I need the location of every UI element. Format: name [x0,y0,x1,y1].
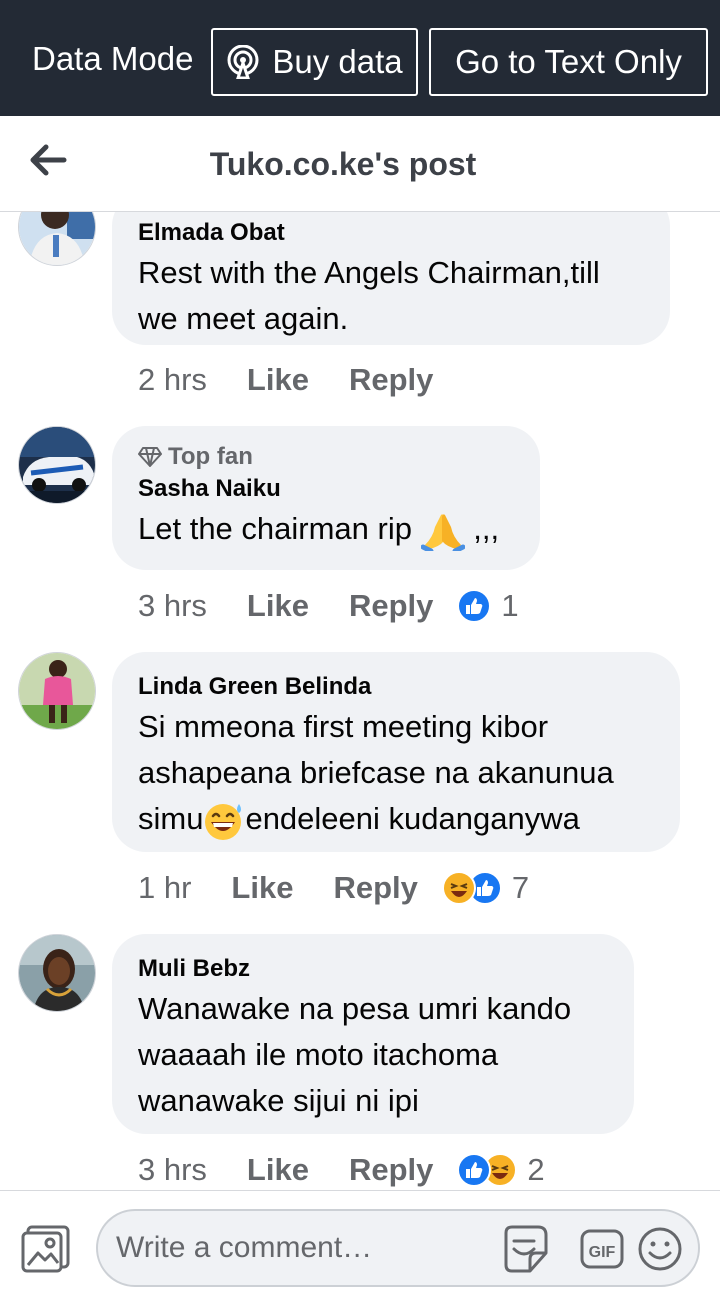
reactions-summary[interactable]: 2 [457,1152,545,1188]
diamond-icon [138,447,162,467]
comment-line: ashapeana briefcase na akanunua [138,755,614,790]
folded-hands-icon [420,514,465,551]
page-title: Tuko.co.ke's post [209,146,477,182]
comments-list[interactable]: Elmada Obat Rest with the Angels Chairma… [0,212,720,1190]
reply-button[interactable]: Reply [333,870,417,906]
comment-bubble[interactable]: Linda Green Belinda Si mmeona first meet… [112,652,680,852]
comment-line: we meet again. [138,301,349,336]
comment-actions: 3 hrs Like Reply 1 [138,586,519,626]
comment-input[interactable] [116,1231,476,1265]
text-only-label: Go to Text Only [455,43,682,80]
top-fan-label: Top fan [168,443,253,470]
like-button[interactable]: Like [247,362,309,398]
emoji-icon[interactable] [636,1225,684,1273]
broadcast-icon [227,45,259,79]
like-reaction-icon [457,589,492,623]
buy-data-label: Buy data [272,43,403,80]
comment-text: Rest with the Angels Chairman,till we me… [138,250,644,342]
buy-data-button[interactable]: Buy data [211,28,418,96]
haha-reaction-icon [441,871,476,905]
like-reaction-icon [457,1153,492,1187]
svg-text:GIF: GIF [589,1244,616,1261]
text-only-button[interactable]: Go to Text Only [429,28,708,96]
comment-text: Let the chairman rip ,,, [138,506,514,552]
reply-button[interactable]: Reply [349,588,433,624]
comment-line: Wanawake na pesa umri kando [138,991,572,1026]
comment-actions: 3 hrs Like Reply 2 [138,1150,545,1190]
comment-line: simu endeleeni kudanganywa [138,796,654,842]
comment-bubble[interactable]: Muli Bebz Wanawake na pesa umri kando wa… [112,934,634,1134]
reactions-summary[interactable]: 1 [457,588,519,624]
comment-author[interactable]: Muli Bebz [138,952,608,986]
reaction-count: 7 [511,870,530,905]
comment-text: Si mmeona first meeting kibor ashapeana … [138,704,654,842]
comment-time[interactable]: 3 hrs [138,1152,207,1188]
like-button[interactable]: Like [247,588,309,624]
avatar[interactable] [18,212,96,266]
reaction-count: 2 [527,1152,545,1187]
avatar[interactable] [18,652,96,730]
comment-text-part: Let the chairman rip [138,511,412,546]
avatar[interactable] [18,426,96,504]
comment-bubble[interactable]: Top fan Sasha Naiku Let the chairman rip… [112,426,540,570]
reaction-count: 1 [501,588,519,623]
comment-composer: GIF [0,1190,720,1301]
comment-bubble[interactable]: Elmada Obat Rest with the Angels Chairma… [112,212,670,345]
gif-icon[interactable]: GIF [580,1227,624,1271]
data-mode-label: Data Mode [32,40,194,77]
post-header: Tuko.co.ke's post [0,116,720,212]
sticker-icon[interactable] [500,1223,550,1275]
grinning-sweat-icon [205,803,242,840]
data-mode-bar: Data Mode Buy data Go to Text Only [0,0,720,116]
comment-time[interactable]: 3 hrs [138,588,207,624]
comment-author[interactable]: Elmada Obat [138,216,644,250]
comment-line: waaaah ile moto itachoma [138,1037,499,1072]
photo-icon[interactable] [20,1223,72,1275]
comment-text-part: endeleeni kudanganywa [245,801,580,836]
like-button[interactable]: Like [247,1152,309,1188]
comment-author[interactable]: Sasha Naiku [138,472,514,506]
comment-author[interactable]: Linda Green Belinda [138,670,654,704]
like-button[interactable]: Like [231,870,293,906]
comment-line: Rest with the Angels Chairman,till [138,255,600,290]
comment-actions: 1 hr Like Reply 7 [138,868,529,908]
comment-line: Si mmeona first meeting kibor [138,709,549,744]
top-fan-badge: Top fan [138,442,514,472]
reply-button[interactable]: Reply [349,1152,433,1188]
comment-time[interactable]: 1 hr [138,870,191,906]
avatar[interactable] [18,934,96,1012]
reactions-summary[interactable]: 7 [441,870,530,906]
comment-text: Wanawake na pesa umri kando waaaah ile m… [138,986,608,1124]
comment-text-part: simu [138,801,204,836]
comment-text-part: ,,, [473,511,500,546]
comment-input-wrapper[interactable]: GIF [96,1209,700,1287]
reply-button[interactable]: Reply [349,362,433,398]
comment-line: wanawake sijui ni ipi [138,1083,419,1118]
comment-actions: 2 hrs Like Reply [138,360,433,400]
comment-time[interactable]: 2 hrs [138,362,207,398]
